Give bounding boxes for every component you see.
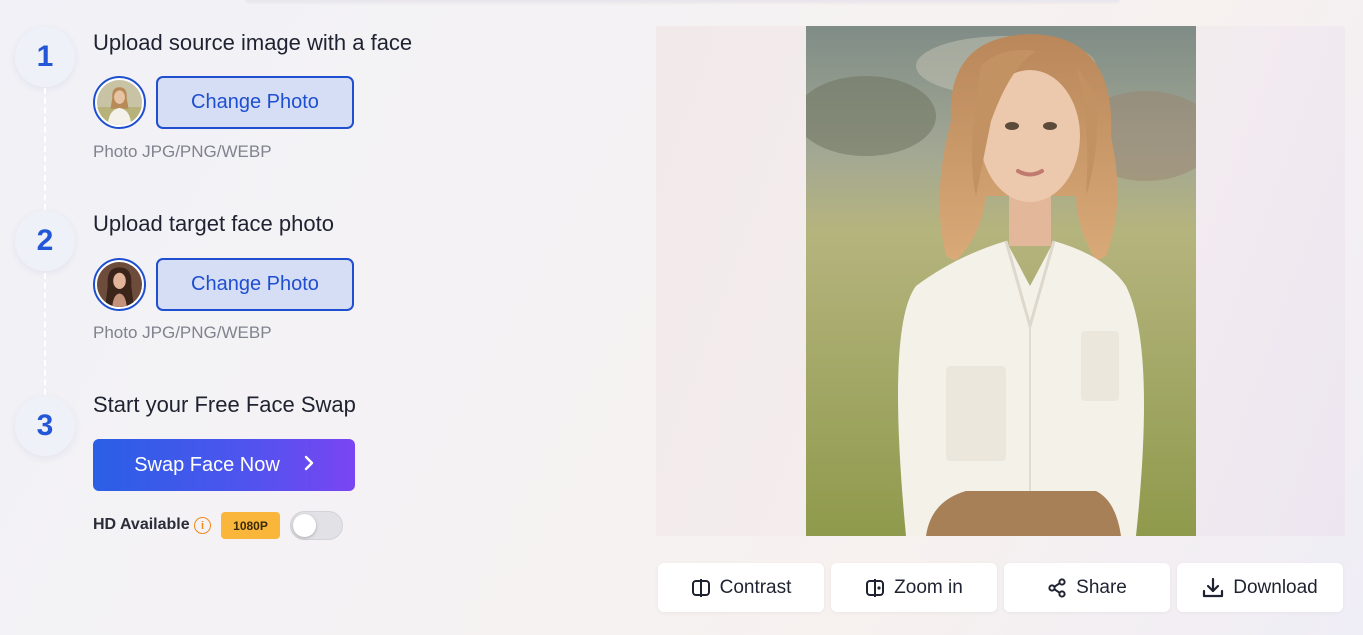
info-icon[interactable]: i (194, 517, 211, 534)
download-icon (1203, 577, 1224, 597)
contrast-label: Contrast (719, 576, 792, 598)
swap-face-now-button[interactable]: Swap Face Now (93, 439, 355, 491)
step-1-title: Upload source image with a face (93, 30, 413, 55)
resolution-badge: 1080P (221, 512, 280, 539)
step-connector-2 (44, 273, 46, 395)
hd-toggle-knob (293, 514, 316, 537)
result-image[interactable] (806, 26, 1196, 536)
chevron-right-icon (304, 454, 314, 477)
step-connector-1 (44, 88, 46, 210)
zoom-in-icon (866, 578, 885, 597)
download-button[interactable]: Download (1177, 563, 1343, 612)
swap-face-now-label: Swap Face Now (134, 453, 280, 476)
hd-available-label: HD Available (93, 516, 190, 533)
source-format-hint: Photo JPG/PNG/WEBP (93, 142, 272, 161)
change-source-photo-button[interactable]: Change Photo (156, 76, 354, 129)
step-3-number: 3 (15, 396, 75, 456)
step-1-number: 1 (15, 27, 75, 87)
step-3-title: Start your Free Face Swap (93, 392, 356, 417)
result-preview-area (656, 26, 1345, 536)
target-format-hint: Photo JPG/PNG/WEBP (93, 323, 272, 342)
source-avatar[interactable] (93, 76, 146, 129)
contrast-icon (691, 578, 710, 597)
hd-toggle[interactable] (290, 511, 343, 540)
zoom-in-label: Zoom in (894, 576, 963, 598)
share-label: Share (1076, 576, 1127, 598)
share-icon (1048, 577, 1066, 598)
target-face-thumbnail (97, 262, 142, 307)
zoom-in-button[interactable]: Zoom in (831, 563, 997, 612)
target-avatar[interactable] (93, 258, 146, 311)
contrast-button[interactable]: Contrast (658, 563, 824, 612)
change-target-photo-button[interactable]: Change Photo (156, 258, 354, 311)
result-image-illustration (806, 26, 1196, 536)
step-2-title: Upload target face photo (93, 211, 334, 236)
source-face-thumbnail (97, 80, 142, 125)
share-button[interactable]: Share (1004, 563, 1170, 612)
download-label: Download (1233, 576, 1318, 598)
step-2-number: 2 (15, 211, 75, 271)
top-panel-edge (245, 0, 1120, 2)
